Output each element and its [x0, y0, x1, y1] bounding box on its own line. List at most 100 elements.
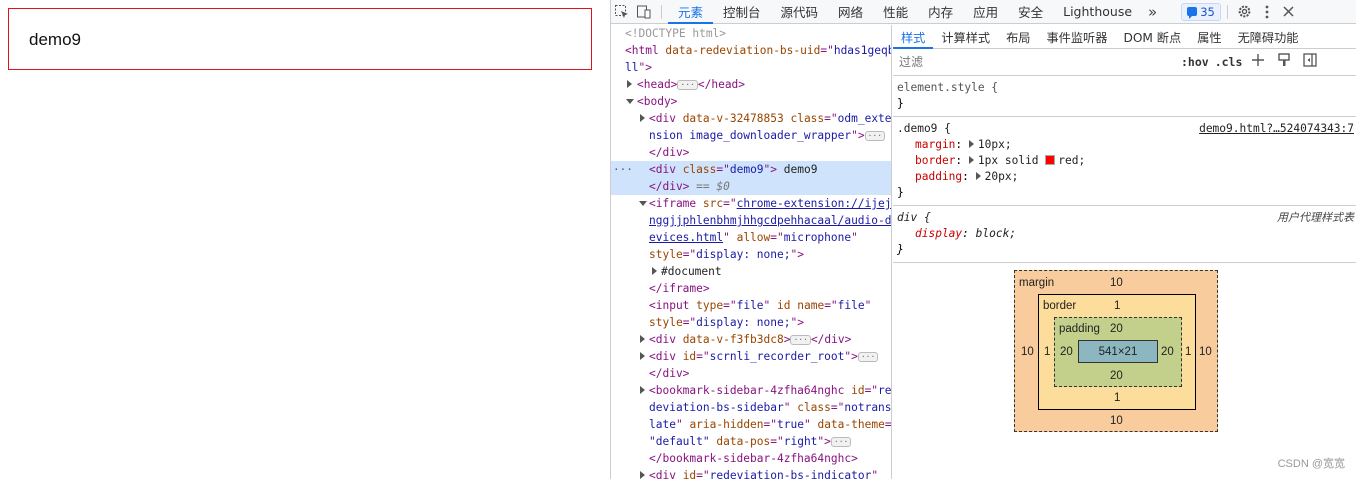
tab-performance[interactable]: 性能 — [873, 0, 918, 24]
paint-brush-icon[interactable] — [1274, 53, 1294, 71]
issues-badge[interactable]: 35 — [1181, 2, 1221, 21]
dom-node-bookmark-close[interactable]: </bookmark-sidebar-4zfha64nghc> — [611, 450, 891, 467]
subtab-accessibility[interactable]: 无障碍功能 — [1230, 25, 1307, 49]
tab-network[interactable]: 网络 — [828, 0, 873, 24]
box-model-content[interactable]: 541×21 — [1078, 340, 1158, 363]
expand-arrow-icon[interactable] — [640, 386, 645, 394]
box-model-border-bottom[interactable]: 1 — [1114, 392, 1120, 404]
tab-application[interactable]: 应用 — [963, 0, 1008, 24]
gear-icon[interactable] — [1234, 0, 1256, 24]
subtab-computed[interactable]: 计算样式 — [933, 25, 998, 49]
ellipsis-icon[interactable]: ··· — [790, 335, 811, 345]
iframe-src-link[interactable]: chrome-extension://ijej — [737, 197, 891, 210]
cls-toggle-button[interactable]: .cls — [1215, 55, 1243, 69]
dom-node-body[interactable]: <body> — [611, 93, 891, 110]
tab-memory[interactable]: 内存 — [918, 0, 963, 24]
dom-node-bookmark-cont[interactable]: deviation-bs-sidebar" class="notrans — [611, 399, 891, 416]
expand-arrow-icon[interactable] — [640, 114, 645, 122]
dom-node-input-cont[interactable]: style="display: none;"> — [611, 314, 891, 331]
tab-console[interactable]: 控制台 — [713, 0, 771, 24]
ellipsis-icon[interactable]: ··· — [830, 437, 852, 447]
dom-node-bookmark-cont[interactable]: "default" data-pos="right"> ··· — [611, 433, 891, 450]
box-model-margin-bottom[interactable]: 10 — [1110, 415, 1123, 427]
collapse-arrow-icon[interactable] — [626, 99, 634, 104]
plus-icon[interactable] — [1248, 53, 1268, 71]
dom-node-document[interactable]: #document — [611, 263, 891, 280]
dom-node-html-cont[interactable]: ll"> — [611, 59, 891, 76]
dom-node-iframe-close[interactable]: </iframe> — [611, 280, 891, 297]
expand-arrow-icon[interactable] — [627, 80, 632, 88]
expand-arrow-icon[interactable] — [640, 471, 645, 479]
hov-toggle-button[interactable]: :hov — [1181, 55, 1209, 69]
more-tabs-button[interactable]: » — [1142, 3, 1163, 21]
dom-node-iframe[interactable]: <iframe src="chrome-extension://ijej — [611, 195, 891, 212]
box-model-border-left[interactable]: 1 — [1044, 346, 1050, 358]
subtab-event-listeners[interactable]: 事件监听器 — [1039, 25, 1116, 49]
collapse-arrow-icon[interactable] — [639, 201, 647, 206]
dom-node-iframe-cont[interactable]: nggjjphlenbhmjhhgcdpehhacaal/audio-d — [611, 212, 891, 229]
demo9-box[interactable]: demo9 — [8, 8, 592, 70]
node-actions-icon[interactable]: ··· — [613, 161, 633, 178]
ellipsis-icon[interactable]: ··· — [864, 131, 886, 141]
dom-node-div-close[interactable]: </div> — [611, 365, 891, 382]
style-prop-padding[interactable]: padding: 20px; — [897, 169, 1353, 185]
device-toolbar-icon[interactable] — [633, 0, 655, 24]
subtab-properties[interactable]: 属性 — [1189, 25, 1229, 49]
ellipsis-icon[interactable]: ··· — [677, 80, 698, 90]
tab-lighthouse[interactable]: Lighthouse — [1053, 0, 1142, 24]
box-model-padding-left[interactable]: 20 — [1060, 346, 1073, 358]
dom-node-div-indicator[interactable]: <div id="redeviation-bs-indicator" — [611, 467, 891, 479]
expand-arrow-icon[interactable] — [652, 267, 657, 275]
tab-security[interactable]: 安全 — [1008, 0, 1053, 24]
rule-demo9[interactable]: .demo9 { demo9.html?…524074343:7 margin:… — [893, 117, 1356, 206]
style-prop-border[interactable]: border: 1px solid red; — [897, 153, 1353, 169]
box-model-padding-right[interactable]: 20 — [1161, 346, 1174, 358]
rule-element-style[interactable]: element.style { } — [893, 76, 1356, 117]
box-model-border-right[interactable]: 1 — [1185, 346, 1191, 358]
box-model-margin-right[interactable]: 10 — [1199, 346, 1212, 358]
subtab-styles[interactable]: 样式 — [893, 25, 934, 49]
expand-arrow-icon[interactable] — [968, 156, 974, 164]
expand-arrow-icon[interactable] — [640, 335, 645, 343]
dom-node-div-scrnli[interactable]: <div id="scrnli_recorder_root"> ··· — [611, 348, 891, 365]
expand-arrow-icon[interactable] — [640, 352, 645, 360]
dom-node-bookmark-sidebar[interactable]: <bookmark-sidebar-4zfha64nghc id="re — [611, 382, 891, 399]
dom-node-div-close[interactable]: </div> — [611, 144, 891, 161]
elements-tree[interactable]: <!DOCTYPE html> <html data-redeviation-b… — [611, 25, 892, 479]
dom-node-iframe-cont[interactable]: evices.html" allow="microphone" — [611, 229, 891, 246]
dom-node-input[interactable]: <input type="file" id name="file" — [611, 297, 891, 314]
dom-node-div-demo9-close[interactable]: </div> == $0 — [611, 178, 891, 195]
dom-node-bookmark-cont[interactable]: late" aria-hidden="true" data-theme= — [611, 416, 891, 433]
box-model-padding[interactable]: padding 20 20 20 20 541×21 — [1054, 317, 1182, 387]
iframe-src-link[interactable]: nggjjphlenbhmjhhgcdpehhacaal/audio-d — [649, 214, 891, 227]
styles-filter-input[interactable] — [899, 52, 1175, 72]
tab-sources[interactable]: 源代码 — [771, 0, 829, 24]
dom-node-div-demo9-selected[interactable]: ··· <div class="demo9"> demo9 — [611, 161, 891, 178]
dom-node-doctype[interactable]: <!DOCTYPE html> — [611, 25, 891, 42]
subtab-dom-breakpoints[interactable]: DOM 断点 — [1115, 25, 1189, 49]
subtab-layout[interactable]: 布局 — [998, 25, 1038, 49]
box-model-margin-left[interactable]: 10 — [1021, 346, 1034, 358]
dom-node-iframe-cont[interactable]: style="display: none;"> — [611, 246, 891, 263]
box-model-padding-bottom[interactable]: 20 — [1110, 370, 1123, 382]
dom-node-div-odm[interactable]: <div data-v-32478853 class="odm_exte — [611, 110, 891, 127]
box-model-margin[interactable]: margin 10 10 10 10 border 1 1 1 1 paddin… — [1014, 270, 1218, 432]
expand-arrow-icon[interactable] — [968, 140, 974, 148]
style-prop-margin[interactable]: margin: 10px; — [897, 137, 1353, 153]
box-model-border-top[interactable]: 1 — [1114, 300, 1120, 312]
dom-node-html[interactable]: <html data-redeviation-bs-uid="hdas1geqb — [611, 42, 891, 59]
ellipsis-icon[interactable]: ··· — [857, 352, 879, 362]
dom-node-div-f3fb[interactable]: <div data-v-f3fb3dc8> ··· </div> — [611, 331, 891, 348]
rule-source-link[interactable]: demo9.html?…524074343:7 — [1199, 121, 1354, 137]
box-model-padding-top[interactable]: 20 — [1110, 323, 1123, 335]
expand-arrow-icon[interactable] — [975, 172, 981, 180]
box-model-margin-top[interactable]: 10 — [1110, 277, 1123, 289]
box-model-border[interactable]: border 1 1 1 1 padding 20 20 20 20 541×2… — [1038, 294, 1196, 410]
iframe-src-link[interactable]: evices.html — [649, 231, 723, 244]
dom-node-head[interactable]: <head> ··· </head> — [611, 76, 891, 93]
color-swatch[interactable] — [1045, 155, 1056, 165]
kebab-menu-icon[interactable] — [1256, 0, 1278, 24]
close-icon[interactable] — [1278, 0, 1300, 24]
dom-node-div-odm-cont[interactable]: nsion image_downloader_wrapper"> ··· — [611, 127, 891, 144]
tab-elements[interactable]: 元素 — [668, 0, 714, 24]
